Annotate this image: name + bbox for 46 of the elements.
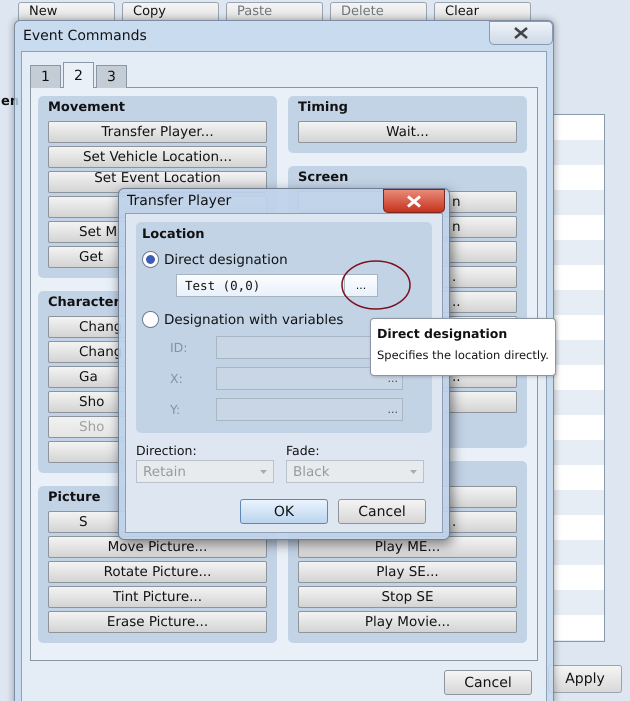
tooltip-text: Specifies the location directly. bbox=[377, 348, 549, 362]
tab[interactable]: 1 bbox=[30, 65, 61, 88]
group-title: Character bbox=[48, 295, 121, 312]
group-title: Picture bbox=[48, 490, 102, 507]
tab[interactable]: 3 bbox=[96, 65, 127, 88]
command-button[interactable]: Set Vehicle Location... bbox=[48, 146, 267, 168]
radio-button[interactable] bbox=[142, 311, 159, 328]
field-label: Direction: bbox=[136, 443, 198, 458]
close-button[interactable] bbox=[489, 21, 553, 45]
group-title: Location bbox=[142, 227, 206, 244]
cancel-button[interactable]: Cancel bbox=[338, 499, 426, 524]
toolbar-button[interactable]: Clear bbox=[434, 2, 531, 21]
dialog-title: Transfer Player bbox=[127, 193, 232, 209]
group-title: Timing bbox=[298, 100, 349, 117]
close-button[interactable] bbox=[383, 189, 445, 213]
map-location-field[interactable]: Test (0,0) ... bbox=[176, 274, 378, 297]
tooltip-title: Direct designation bbox=[377, 326, 508, 341]
browse-button[interactable]: ... bbox=[344, 275, 377, 296]
radio-label: Direct designation bbox=[164, 252, 288, 268]
ok-button[interactable]: OK bbox=[240, 499, 328, 524]
field-label: ID: bbox=[170, 340, 189, 355]
group-title: Movement bbox=[48, 100, 126, 117]
close-icon bbox=[406, 194, 422, 208]
radio-label: Designation with variables bbox=[164, 312, 344, 328]
command-button[interactable]: Erase Picture... bbox=[48, 611, 267, 633]
group-title: Screen bbox=[298, 170, 350, 187]
cancel-button[interactable]: Cancel bbox=[444, 670, 532, 695]
dropdown-caret-icon bbox=[260, 470, 267, 474]
command-button[interactable]: Play Movie... bbox=[298, 611, 517, 633]
field-label: X: bbox=[170, 371, 184, 386]
window-title: Event Commands bbox=[23, 28, 147, 44]
command-button[interactable]: Stop SE bbox=[298, 586, 517, 608]
field-label: Fade: bbox=[286, 443, 321, 458]
command-button[interactable]: Play SE... bbox=[298, 561, 517, 583]
toolbar-button[interactable]: Copy bbox=[122, 2, 219, 21]
close-icon bbox=[514, 27, 528, 39]
dropdown-caret-icon bbox=[410, 470, 417, 474]
command-button[interactable]: Rotate Picture... bbox=[48, 561, 267, 583]
panel-label: en bbox=[1, 94, 20, 109]
field-label: Y: bbox=[170, 402, 182, 417]
command-button[interactable]: Wait... bbox=[298, 121, 517, 143]
toolbar-button[interactable]: New bbox=[18, 2, 115, 21]
command-button[interactable]: Transfer Player... bbox=[48, 121, 267, 143]
tab[interactable]: 2 bbox=[63, 62, 94, 88]
command-button[interactable]: Tint Picture... bbox=[48, 586, 267, 608]
radio-button[interactable] bbox=[142, 251, 159, 268]
